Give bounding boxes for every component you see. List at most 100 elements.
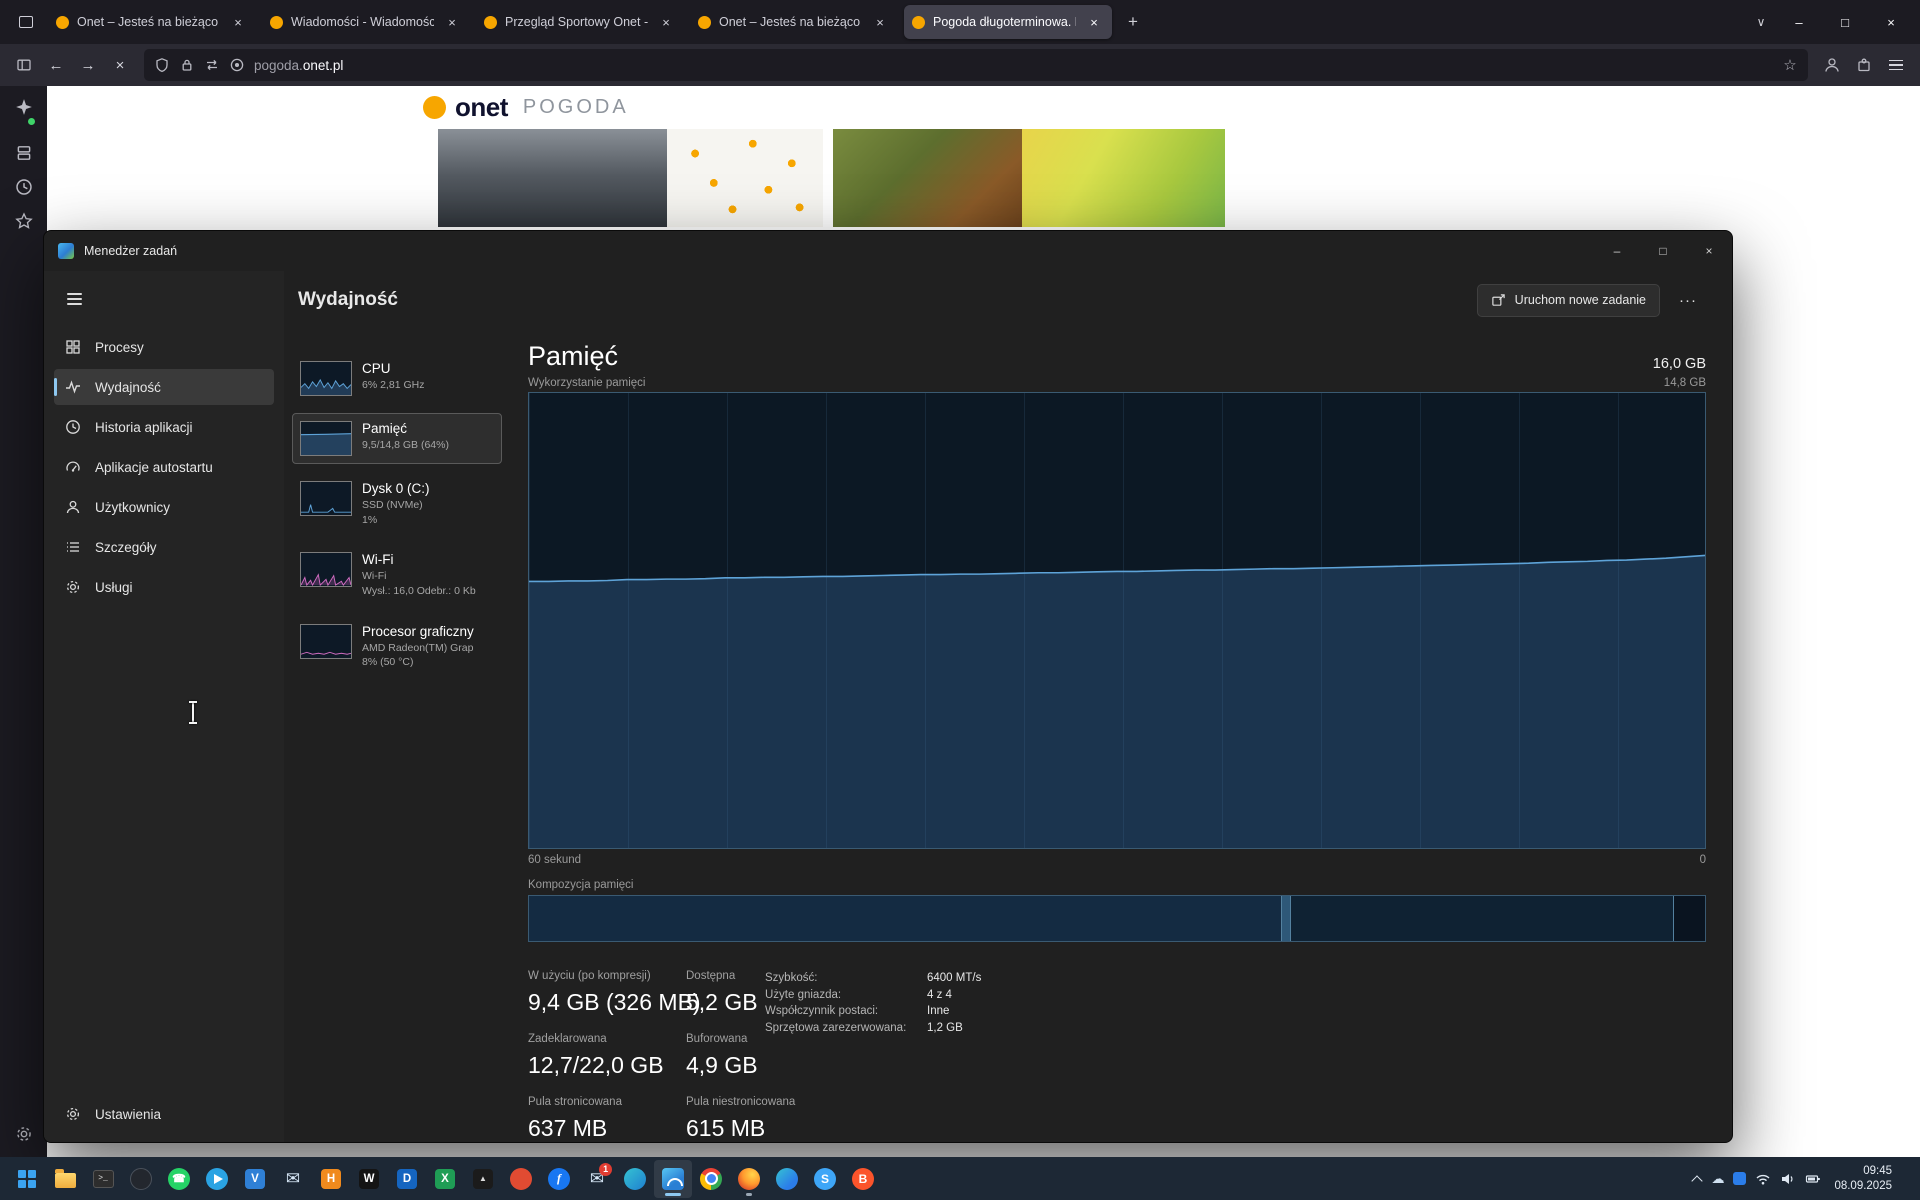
file-explorer-button[interactable] <box>46 1160 84 1198</box>
text-cursor <box>192 702 194 723</box>
sidebar-item-wydajnosc[interactable]: Wydajność <box>54 369 274 405</box>
sidebar-settings-icon[interactable] <box>15 1125 33 1143</box>
browser-maximize-button[interactable]: □ <box>1822 0 1868 44</box>
lock-icon[interactable] <box>179 57 195 73</box>
sidebar-item-szczegoly[interactable]: Szczegóły <box>54 529 274 565</box>
tray-chevron-up-icon[interactable] <box>1692 1174 1702 1184</box>
vscode-button[interactable]: V <box>236 1160 274 1198</box>
tray-cloud-icon[interactable]: ☁ <box>1711 1171 1724 1187</box>
perf-item-wifi[interactable]: Wi-Fi Wi-Fi Wysł.: 16,0 Odebr.: 0 Kb <box>292 544 502 606</box>
tab-close-icon[interactable]: × <box>228 12 248 32</box>
app-teal-button[interactable] <box>616 1160 654 1198</box>
tm-minimize-button[interactable]: – <box>1594 231 1640 271</box>
weather-image-autumn[interactable] <box>833 129 1022 227</box>
tab-close-icon[interactable]: × <box>1084 12 1104 32</box>
browser-minimize-button[interactable]: – <box>1776 0 1822 44</box>
back-button[interactable]: ← <box>40 49 72 81</box>
clock[interactable]: 09:45 08.09.2025 <box>1834 1164 1892 1194</box>
perf-item-gpu[interactable]: Procesor graficzny AMD Radeon(TM) Grap 8… <box>292 616 502 678</box>
tab-close-icon[interactable]: × <box>870 12 890 32</box>
bookmark-star-icon[interactable]: ☆ <box>1782 57 1798 73</box>
chrome-button[interactable] <box>692 1160 730 1198</box>
perf-name: CPU <box>362 361 424 376</box>
sidebar-item-label: Aplikacje autostartu <box>95 460 213 475</box>
tab-wiadomosci[interactable]: Wiadomości - Wiadomości w O × <box>262 5 470 39</box>
run-new-task-button[interactable]: Uruchom nowe zadanie <box>1477 284 1660 317</box>
firefox-view-button[interactable] <box>10 6 42 38</box>
extensions-icon[interactable] <box>1848 49 1880 81</box>
photos-button[interactable]: ▲ <box>464 1160 502 1198</box>
sidebar-item-uzytkownicy[interactable]: Użytkownicy <box>54 489 274 525</box>
task-manager-taskbar-button[interactable] <box>654 1160 692 1198</box>
tab-onet-1[interactable]: Onet – Jesteś na bieżąco × <box>48 5 256 39</box>
sidebar-item-ustawienia[interactable]: Ustawienia <box>54 1096 274 1132</box>
brave-icon: B <box>852 1168 874 1190</box>
permissions-swap-icon[interactable] <box>204 57 220 73</box>
site-info-icon[interactable] <box>229 57 245 73</box>
sidebar-hamburger-button[interactable] <box>56 283 92 315</box>
onet-logo-text[interactable]: onet <box>455 92 508 123</box>
weather-image-forecast-map[interactable] <box>667 129 823 227</box>
sidebar-item-aplikacje-autostartu[interactable]: Aplikacje autostartu <box>54 449 274 485</box>
whatsapp-button[interactable]: ☎ <box>160 1160 198 1198</box>
url-bar[interactable]: pogoda.onet.pl ☆ <box>144 49 1808 81</box>
facebook-button[interactable]: f <box>540 1160 578 1198</box>
tab-pogoda-active[interactable]: Pogoda długoterminowa. Prog × <box>904 5 1112 39</box>
app-dark-button[interactable] <box>122 1160 160 1198</box>
axis-right-label: 0 <box>1700 854 1706 866</box>
menu-button[interactable] <box>1880 49 1912 81</box>
app-w-button[interactable]: W <box>350 1160 388 1198</box>
app-red-button[interactable] <box>502 1160 540 1198</box>
perf-item-disk[interactable]: Dysk 0 (C:) SSD (NVMe) 1% <box>292 473 502 535</box>
new-tab-button[interactable]: + <box>1118 7 1148 37</box>
library-icon[interactable] <box>15 144 33 162</box>
mail-button[interactable]: ✉ <box>274 1160 312 1198</box>
account-icon[interactable] <box>1816 49 1848 81</box>
app-x-button[interactable]: X <box>426 1160 464 1198</box>
tm-maximize-button[interactable]: □ <box>1640 231 1686 271</box>
sidebar-item-procesy[interactable]: Procesy <box>54 329 274 365</box>
app-h-button[interactable]: H <box>312 1160 350 1198</box>
vscode-icon: V <box>245 1169 265 1189</box>
memory-stats: W użyciu (po kompresji) 9,4 GB (326 MB) … <box>528 970 1706 1142</box>
battery-icon[interactable] <box>1805 1171 1821 1187</box>
terminal-button[interactable]: >_ <box>84 1160 122 1198</box>
startup-apps-icon <box>65 459 81 475</box>
bookmarks-star-icon[interactable] <box>15 212 33 230</box>
mail-unread-button[interactable]: ✉1 <box>578 1160 616 1198</box>
tab-onet-2[interactable]: Onet – Jesteś na bieżąco × <box>690 5 898 39</box>
tracking-protection-icon[interactable] <box>154 57 170 73</box>
tab-close-icon[interactable]: × <box>656 12 676 32</box>
app-d-button[interactable]: D <box>388 1160 426 1198</box>
tray-app-icon[interactable] <box>1733 1172 1746 1185</box>
brave-button[interactable]: B <box>844 1160 882 1198</box>
weather-image-storm[interactable] <box>438 129 667 227</box>
tab-przeglad-sportowy[interactable]: Przegląd Sportowy Onet - wiad × <box>476 5 684 39</box>
wifi-icon[interactable] <box>1755 1171 1771 1187</box>
forward-button[interactable]: → <box>72 49 104 81</box>
url-text: pogoda.onet.pl <box>254 58 343 73</box>
browser-close-button[interactable]: × <box>1868 0 1914 44</box>
sidebar-item-historia-aplikacji[interactable]: Historia aplikacji <box>54 409 274 445</box>
perf-item-memory[interactable]: Pamięć 9,5/14,8 GB (64%) <box>292 413 502 464</box>
list-all-tabs-icon[interactable]: ∨ <box>1746 7 1776 37</box>
telegram-button[interactable] <box>198 1160 236 1198</box>
mail-unread-icon: ✉1 <box>590 1169 604 1189</box>
ai-chatbot-icon[interactable] <box>15 98 33 116</box>
perf-item-cpu[interactable]: CPU 6% 2,81 GHz <box>292 353 502 404</box>
edge-button[interactable] <box>768 1160 806 1198</box>
sidebar-toggle-button[interactable] <box>8 49 40 81</box>
more-options-button[interactable]: ··· <box>1670 284 1706 317</box>
sidebar-item-uslugi[interactable]: Usługi <box>54 569 274 605</box>
start-button[interactable] <box>8 1160 46 1198</box>
task-manager-titlebar[interactable]: Menedżer zadań – □ × <box>44 231 1732 271</box>
firefox-button[interactable] <box>730 1160 768 1198</box>
stop-button[interactable]: × <box>104 49 136 81</box>
onet-logo-circle[interactable] <box>423 96 446 119</box>
history-icon[interactable] <box>15 178 33 196</box>
skype-button[interactable]: S <box>806 1160 844 1198</box>
weather-image-temperature-map[interactable] <box>1022 129 1225 227</box>
volume-icon[interactable] <box>1780 1171 1796 1187</box>
tm-close-button[interactable]: × <box>1686 231 1732 271</box>
tab-close-icon[interactable]: × <box>442 12 462 32</box>
